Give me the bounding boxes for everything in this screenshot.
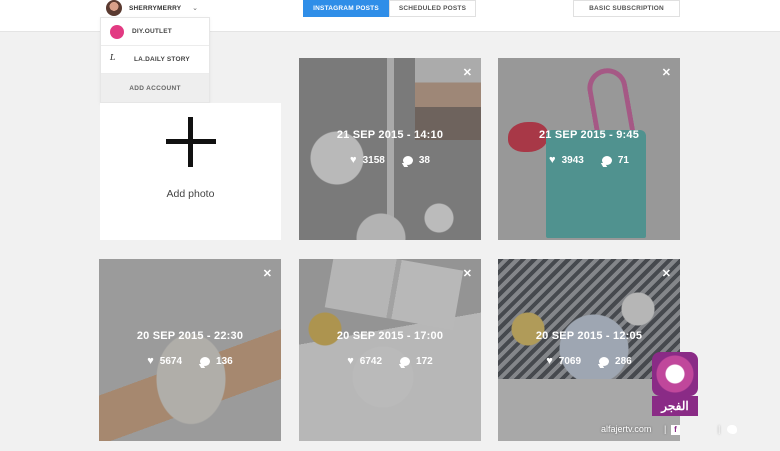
comment-count: 38 (418, 154, 430, 166)
post-stats: ♥ 3943 71 (498, 154, 680, 166)
watermark-logo-text: الفجر (652, 396, 698, 416)
close-icon[interactable]: ✕ (463, 267, 472, 280)
avatar (106, 0, 122, 16)
heart-icon: ♥ (350, 154, 357, 166)
watermark-divider: | (664, 424, 667, 434)
like-count: 3943 (561, 154, 584, 166)
plus-icon (166, 117, 216, 167)
dropdown-item-la-daily-story[interactable]: L LA.DAILY STORY (101, 46, 209, 74)
comment-icon (599, 356, 610, 366)
comment-count: 136 (216, 355, 233, 367)
post-card[interactable]: ✕ 20 SEP 2015 - 22:30 ♥ 5674 136 (99, 259, 281, 441)
post-stats: ♥ 6742 172 (299, 355, 481, 367)
add-photo-label: Add photo (166, 188, 215, 200)
chevron-down-icon[interactable]: ⌄ (192, 4, 198, 12)
tab-instagram-posts[interactable]: INSTAGRAM POSTS (303, 0, 389, 17)
tab-scheduled-posts[interactable]: SCHEDULED POSTS (389, 0, 476, 17)
post-card[interactable]: ✕ 21 SEP 2015 - 14:10 ♥ 3158 38 (299, 58, 481, 240)
post-date: 21 SEP 2015 - 14:10 (336, 129, 444, 141)
post-card[interactable]: ✕ 20 SEP 2015 - 17:00 ♥ 6742 172 (299, 259, 481, 441)
flower-logo-icon (652, 352, 698, 396)
like-count: 3158 (362, 154, 385, 166)
account-switcher[interactable]: SHERRYMERRY ⌄ (100, 0, 210, 16)
account-avatar-icon (110, 24, 124, 39)
dropdown-item-label: DIY.OUTLET (132, 28, 172, 35)
post-date: 20 SEP 2015 - 22:30 (136, 330, 244, 342)
heart-icon: ♥ (546, 355, 553, 367)
comment-count: 172 (416, 355, 433, 367)
watermark-divider: | (718, 424, 721, 434)
like-count: 5674 (159, 355, 183, 367)
post-stats: ♥ 5674 136 (99, 355, 281, 367)
close-icon[interactable]: ✕ (263, 267, 272, 280)
comment-count: 71 (617, 154, 629, 166)
channel-watermark-logo: الفجر (652, 352, 698, 416)
add-photo-card[interactable]: Add photo (100, 103, 281, 240)
post-date: 20 SEP 2015 - 17:00 (336, 330, 444, 342)
account-dropdown: DIY.OUTLET L LA.DAILY STORY ADD ACCOUNT (100, 17, 210, 103)
comment-icon (200, 356, 211, 366)
post-date: 20 SEP 2015 - 12:05 (535, 330, 643, 342)
dropdown-item-diy-outlet[interactable]: DIY.OUTLET (101, 18, 209, 46)
post-date: 21 SEP 2015 - 9:45 (538, 129, 640, 141)
comment-icon (400, 356, 411, 366)
current-account-name: SHERRYMERRY (129, 4, 182, 12)
close-icon[interactable]: ✕ (662, 66, 671, 79)
twitter-icon (727, 425, 737, 434)
subscription-button[interactable]: BASIC SUBSCRIPTION (573, 0, 680, 17)
dropdown-item-label: LA.DAILY STORY (134, 56, 190, 63)
heart-icon: ♥ (347, 355, 354, 367)
comment-icon (402, 155, 413, 165)
post-tabs: INSTAGRAM POSTS SCHEDULED POSTS (303, 0, 476, 17)
post-stats: ♥ 3158 38 (299, 154, 481, 166)
add-account-button[interactable]: ADD ACCOUNT (101, 74, 209, 102)
heart-icon: ♥ (147, 355, 154, 367)
account-avatar-icon: L (110, 52, 116, 62)
comment-icon (601, 155, 612, 165)
post-card[interactable]: ✕ 21 SEP 2015 - 9:45 ♥ 3943 71 (498, 58, 680, 240)
comment-count: 286 (615, 355, 632, 367)
watermark-site: alfajertv.com (601, 424, 652, 434)
like-count: 7069 (558, 355, 582, 367)
close-icon[interactable]: ✕ (463, 66, 472, 79)
heart-icon: ♥ (549, 154, 556, 166)
like-count: 6742 (359, 355, 383, 367)
facebook-icon: f (671, 425, 680, 435)
close-icon[interactable]: ✕ (662, 267, 671, 280)
